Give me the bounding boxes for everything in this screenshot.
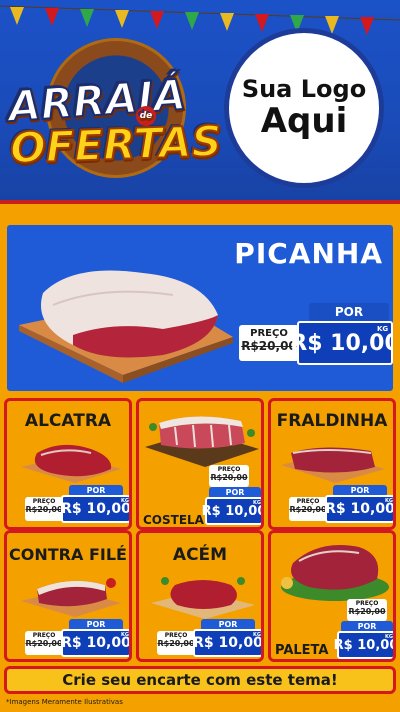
product-card-acem[interactable]: ACÉM POR PREÇO R$20,00 R$ 10,00 KG	[136, 530, 264, 662]
costela-image	[145, 416, 259, 467]
product-name: COSTELA	[143, 513, 204, 527]
price-tag: POR PREÇO R$20,00 R$ 10,00 KG	[157, 619, 261, 659]
product-name: ALCATRA	[24, 411, 112, 431]
preco-box: PREÇO R$20,00	[25, 497, 63, 521]
product-card-fraldinha[interactable]: FRALDINHA POR PREÇO R$20,00 R$ 10,00 KG	[268, 398, 396, 530]
preco-label: PREÇO	[32, 632, 56, 639]
kg-label: KG	[253, 632, 261, 638]
price-tag: POR PREÇO R$20,00 R$ 10,00 KG	[25, 485, 129, 527]
logo-line2: Aqui	[260, 100, 348, 141]
product-card-costela[interactable]: PREÇO R$20,00 POR R$ 10,00 KG COSTELA	[136, 398, 264, 530]
title-ofertas: OFERTAS	[8, 115, 223, 173]
kg-label: KG	[253, 500, 261, 506]
kg-label: KG	[385, 634, 393, 640]
header-divider	[0, 200, 400, 222]
por-label: POR	[309, 303, 389, 321]
kg-label: KG	[385, 498, 393, 504]
preco-box: PREÇO R$20,00	[25, 631, 63, 655]
title-de: de	[136, 106, 156, 126]
preco-label: PREÇO	[217, 466, 241, 473]
product-name: PALETA	[275, 643, 329, 658]
flyer-page: ARRAIÁ de OFERTAS Sua Logo Aqui PICANHA …	[0, 0, 400, 712]
acem-image	[151, 577, 255, 619]
kg-label: KG	[377, 325, 389, 333]
hero-price-tag: POR PREÇO R$20,00 R$ 10,00 KG	[239, 301, 393, 371]
logo-placeholder[interactable]: Sua Logo Aqui	[224, 28, 384, 188]
disclaimer: *Imagens Meramente Ilustrativas	[6, 698, 123, 706]
product-card-contra-file[interactable]: CONTRA FILÉ POR PREÇO R$20,00 R$ 10,00 K…	[4, 530, 132, 662]
price-tag: POR R$ 10,00 KG	[334, 621, 393, 659]
arraia-ofertas-badge: ARRAIÁ de OFERTAS	[6, 28, 223, 208]
old-price: R$20,00	[25, 639, 63, 648]
product-name: FRALDINHA	[276, 411, 388, 431]
preco-label: PREÇO	[32, 498, 56, 505]
preco-box: PREÇO R$20,00	[289, 497, 327, 521]
kg-label: KG	[121, 498, 129, 504]
hero-product-picanha[interactable]: PICANHA POR PREÇO R$20,00 R$ 10,00 KG	[4, 222, 396, 394]
price-tag: POR PREÇO R$20,00 R$ 10,00 KG	[289, 485, 393, 527]
old-price: R$20,00	[348, 607, 386, 616]
preco-box: PREÇO R$20,00	[347, 599, 387, 621]
preco-box: PREÇO R$20,00	[209, 465, 249, 487]
old-price: R$20,00	[289, 505, 327, 514]
old-price: R$20,00	[157, 639, 195, 648]
picanha-image	[19, 270, 233, 383]
alcatra-image	[21, 444, 121, 483]
kg-label: KG	[121, 632, 129, 638]
price-tag-top: PREÇO R$20,00	[209, 465, 261, 489]
header: ARRAIÁ de OFERTAS Sua Logo Aqui	[0, 0, 400, 222]
product-name: ACÉM	[172, 545, 228, 565]
fraldinha-image	[281, 447, 385, 483]
product-card-paleta[interactable]: PREÇO R$20,00 POR R$ 10,00 KG PALETA	[268, 530, 396, 662]
contra-file-image	[21, 578, 121, 617]
preco-label: PREÇO	[296, 498, 320, 505]
preco-box: PREÇO R$20,00	[157, 631, 195, 655]
price-tag-top: PREÇO R$20,00	[347, 599, 393, 623]
product-name: CONTRA FILÉ	[9, 545, 127, 564]
logo-line1: Sua Logo	[241, 75, 367, 104]
paleta-image	[281, 545, 389, 601]
hero-product-name: PICANHA	[234, 237, 383, 270]
cta-banner[interactable]: Crie seu encarte com este tema!	[4, 666, 396, 694]
price-tag: POR R$ 10,00 KG	[202, 487, 261, 527]
old-price: R$20,00	[25, 505, 63, 514]
preco-label: PREÇO	[164, 632, 188, 639]
price-tag: POR PREÇO R$20,00 R$ 10,00 KG	[25, 619, 129, 659]
preco-label: PREÇO	[355, 600, 379, 607]
product-card-alcatra[interactable]: ALCATRA POR PREÇO R$20,00 R$ 10,00 KG	[4, 398, 132, 530]
old-price: R$20,00	[210, 473, 248, 482]
